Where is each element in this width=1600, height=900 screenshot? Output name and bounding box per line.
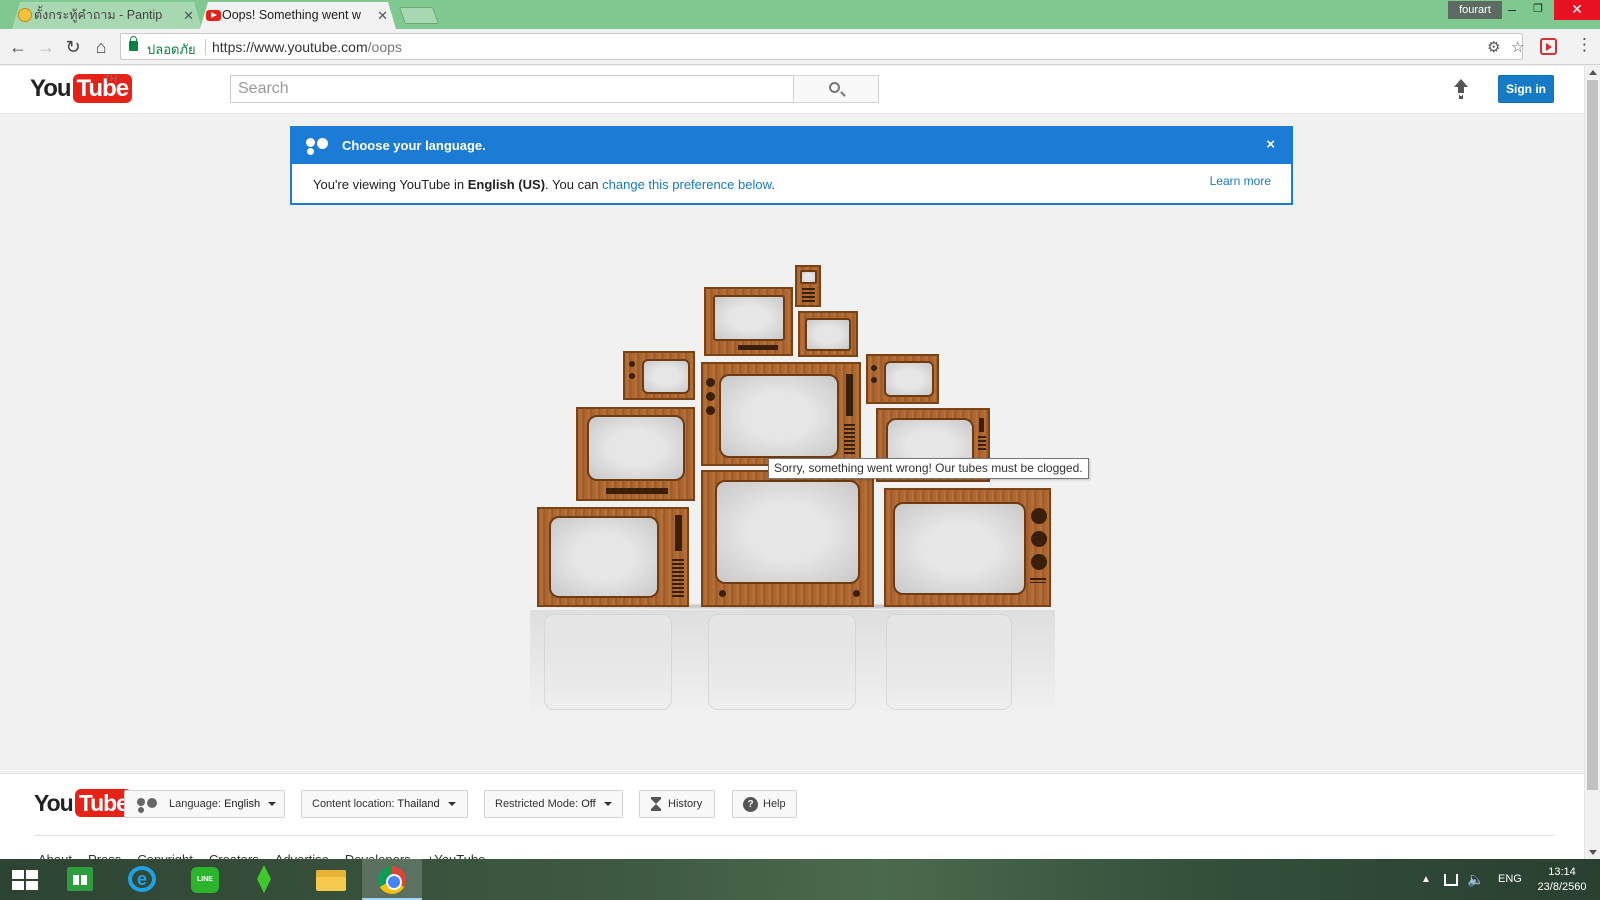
help-label: Help [763, 798, 786, 810]
reflection-screen [708, 614, 856, 710]
tv-dial [979, 418, 984, 432]
tv-knob [871, 377, 877, 383]
clock[interactable]: 13:14 23/8/2560 [1530, 865, 1594, 895]
tv-knob [1031, 554, 1047, 570]
tv-screen [719, 374, 839, 458]
tv-screen [549, 516, 659, 598]
content-location-label: Content location: [312, 798, 395, 810]
tv-set [576, 407, 695, 501]
tv-speaker [672, 559, 684, 597]
tv-knob [629, 373, 635, 379]
chevron-down-icon [268, 802, 277, 807]
restricted-mode-picker-button[interactable]: Restricted Mode: Off [484, 790, 623, 818]
line-icon[interactable]: LINE [191, 867, 219, 893]
tv-dial [675, 515, 682, 551]
store-icon[interactable] [67, 867, 93, 891]
tv-set [866, 354, 939, 404]
tv-set [795, 265, 821, 307]
error-message: Sorry, something went wrong! Our tubes m… [768, 458, 1089, 479]
tv-set [884, 488, 1051, 607]
tv-speaker [844, 424, 855, 454]
internet-explorer-icon: e [128, 866, 156, 892]
page-scrollbar[interactable] [1584, 66, 1600, 859]
tv-set [798, 311, 858, 357]
chrome-icon [378, 866, 406, 894]
tv-knob [629, 361, 635, 367]
tv-reflection [530, 610, 1055, 720]
tv-set [704, 287, 793, 356]
reflection-screen [544, 614, 672, 710]
tv-screen [884, 361, 934, 397]
help-button[interactable]: ? Help [732, 790, 797, 818]
footer-youtube-logo[interactable]: You Tube [34, 789, 132, 817]
tv-dial [738, 345, 778, 350]
restricted-mode-value: Off [581, 798, 596, 810]
tv-speaker [802, 288, 815, 302]
chevron-down-icon [603, 802, 612, 807]
logo-you: You [34, 789, 74, 816]
broken-tv-illustration [0, 0, 1600, 900]
tv-knob [871, 365, 877, 371]
volume-icon[interactable]: 🔈 [1467, 859, 1484, 900]
tv-screen [715, 480, 860, 584]
language-value: English [224, 798, 261, 810]
tv-foot [719, 590, 726, 597]
clock-time: 13:14 [1548, 866, 1576, 878]
tv-knob [1031, 508, 1047, 524]
scroll-up-icon[interactable] [1589, 70, 1597, 75]
tv-knob [706, 392, 715, 401]
tv-knob [706, 378, 715, 387]
tv-speaker [1030, 578, 1046, 583]
taskbar-app-ie[interactable]: e [112, 859, 172, 900]
tv-screen [642, 359, 690, 394]
tv-screen [713, 295, 785, 341]
tv-set [537, 507, 689, 607]
tv-knob [706, 406, 715, 415]
tv-dial [846, 374, 853, 416]
history-button[interactable]: History [639, 790, 715, 818]
scroll-down-icon[interactable] [1589, 850, 1597, 855]
language-label: Language: [169, 798, 221, 810]
language-picker-button[interactable]: Language: English [124, 790, 285, 818]
scroll-thumb[interactable] [1587, 80, 1598, 790]
tv-foot [853, 590, 860, 597]
help-icon: ? [743, 797, 758, 812]
tv-set [701, 470, 874, 607]
tv-speaker [978, 436, 986, 452]
clock-date: 23/8/2560 [1537, 881, 1587, 893]
windows-taskbar: e LINE ▲ 🔈 ENG 13:14 23/8/2560 [0, 859, 1600, 900]
network-icon[interactable] [1444, 874, 1458, 886]
windows-start-icon [12, 870, 38, 890]
history-label: History [668, 798, 703, 810]
tv-screen [805, 318, 851, 351]
tv-dial [606, 488, 668, 494]
reflection-screen [886, 614, 1012, 710]
youtube-footer: You Tube Language: English Content locat… [0, 773, 1584, 867]
tv-screen [893, 502, 1026, 595]
show-hidden-icons-icon[interactable]: ▲ [1421, 859, 1431, 900]
content-location-picker-button[interactable]: Content location: Thailand [301, 790, 468, 818]
tv-screen [587, 415, 685, 481]
tv-set [623, 351, 695, 400]
taskbar-app-chrome[interactable] [362, 859, 422, 900]
sims-icon[interactable] [257, 865, 271, 893]
chevron-down-icon [447, 802, 456, 807]
tv-set [701, 362, 861, 466]
start-button[interactable] [0, 859, 60, 900]
people-icon [137, 798, 161, 810]
footer-divider [34, 835, 1554, 836]
content-location-value: Thailand [397, 798, 440, 810]
restricted-mode-label: Restricted Mode: [495, 798, 579, 810]
hourglass-icon [651, 797, 661, 811]
input-language[interactable]: ENG [1498, 859, 1522, 900]
file-explorer-icon [316, 870, 346, 891]
taskbar-app-explorer[interactable] [301, 859, 361, 900]
tv-knob [1031, 531, 1047, 547]
tv-screen [800, 270, 817, 284]
